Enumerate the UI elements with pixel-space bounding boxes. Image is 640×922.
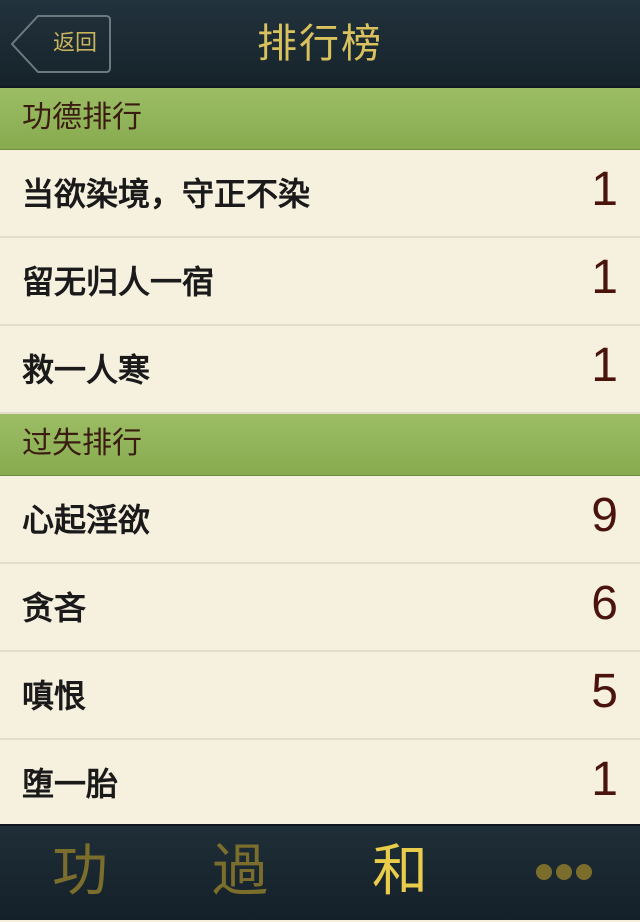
list-item-label: 嗔恨 xyxy=(22,677,87,715)
tab-harmony[interactable]: 和 xyxy=(320,826,480,922)
list-item-count: 9 xyxy=(591,489,618,542)
list-item-label: 心起淫欲 xyxy=(22,501,151,539)
list-item-label: 救一人寒 xyxy=(22,351,151,389)
tab-fault[interactable]: 過 xyxy=(160,826,320,922)
back-button-label: 返回 xyxy=(52,31,97,56)
list-item[interactable]: 心起淫欲 9 xyxy=(0,476,640,564)
list-item-count: 1 xyxy=(591,163,618,216)
harmony-glyph-icon: 和 xyxy=(372,839,428,904)
list-item[interactable]: 救一人寒 1 xyxy=(0,326,640,414)
list-item-count: 1 xyxy=(591,251,618,304)
section-header-fault: 过失排行 xyxy=(0,414,640,476)
list-item-count: 5 xyxy=(591,665,618,718)
back-button[interactable]: 返回 xyxy=(10,14,112,74)
list-item[interactable]: 当欲染境，守正不染 1 xyxy=(0,150,640,238)
tab-more[interactable] xyxy=(480,826,640,922)
page-title: 排行榜 xyxy=(257,21,383,67)
navigation-bar: 返回 排行榜 xyxy=(0,0,640,88)
list-item-label: 留无归人一宿 xyxy=(22,263,215,301)
list-item[interactable]: 嗔恨 5 xyxy=(0,652,640,740)
ranking-list[interactable]: 功德排行 当欲染境，守正不染 1 留无归人一宿 1 救一人寒 1 过失排行 心起… xyxy=(0,88,640,824)
list-item[interactable]: 堕一胎 1 xyxy=(0,740,640,824)
list-item-count: 1 xyxy=(591,753,618,806)
fault-glyph-icon: 過 xyxy=(212,839,268,904)
section-header-merit: 功德排行 xyxy=(0,88,640,150)
list-item-label: 贪吝 xyxy=(22,589,87,627)
list-item-label: 当欲染境，守正不染 xyxy=(22,175,311,213)
list-item[interactable]: 贪吝 6 xyxy=(0,564,640,652)
tab-merit[interactable]: 功 xyxy=(0,826,160,922)
list-item[interactable]: 留无归人一宿 1 xyxy=(0,238,640,326)
list-item-label: 堕一胎 xyxy=(22,765,119,803)
merit-glyph-icon: 功 xyxy=(52,839,108,904)
list-item-count: 1 xyxy=(591,339,618,392)
list-item-count: 6 xyxy=(591,577,618,630)
tab-bar: 功 過 和 xyxy=(0,824,640,920)
